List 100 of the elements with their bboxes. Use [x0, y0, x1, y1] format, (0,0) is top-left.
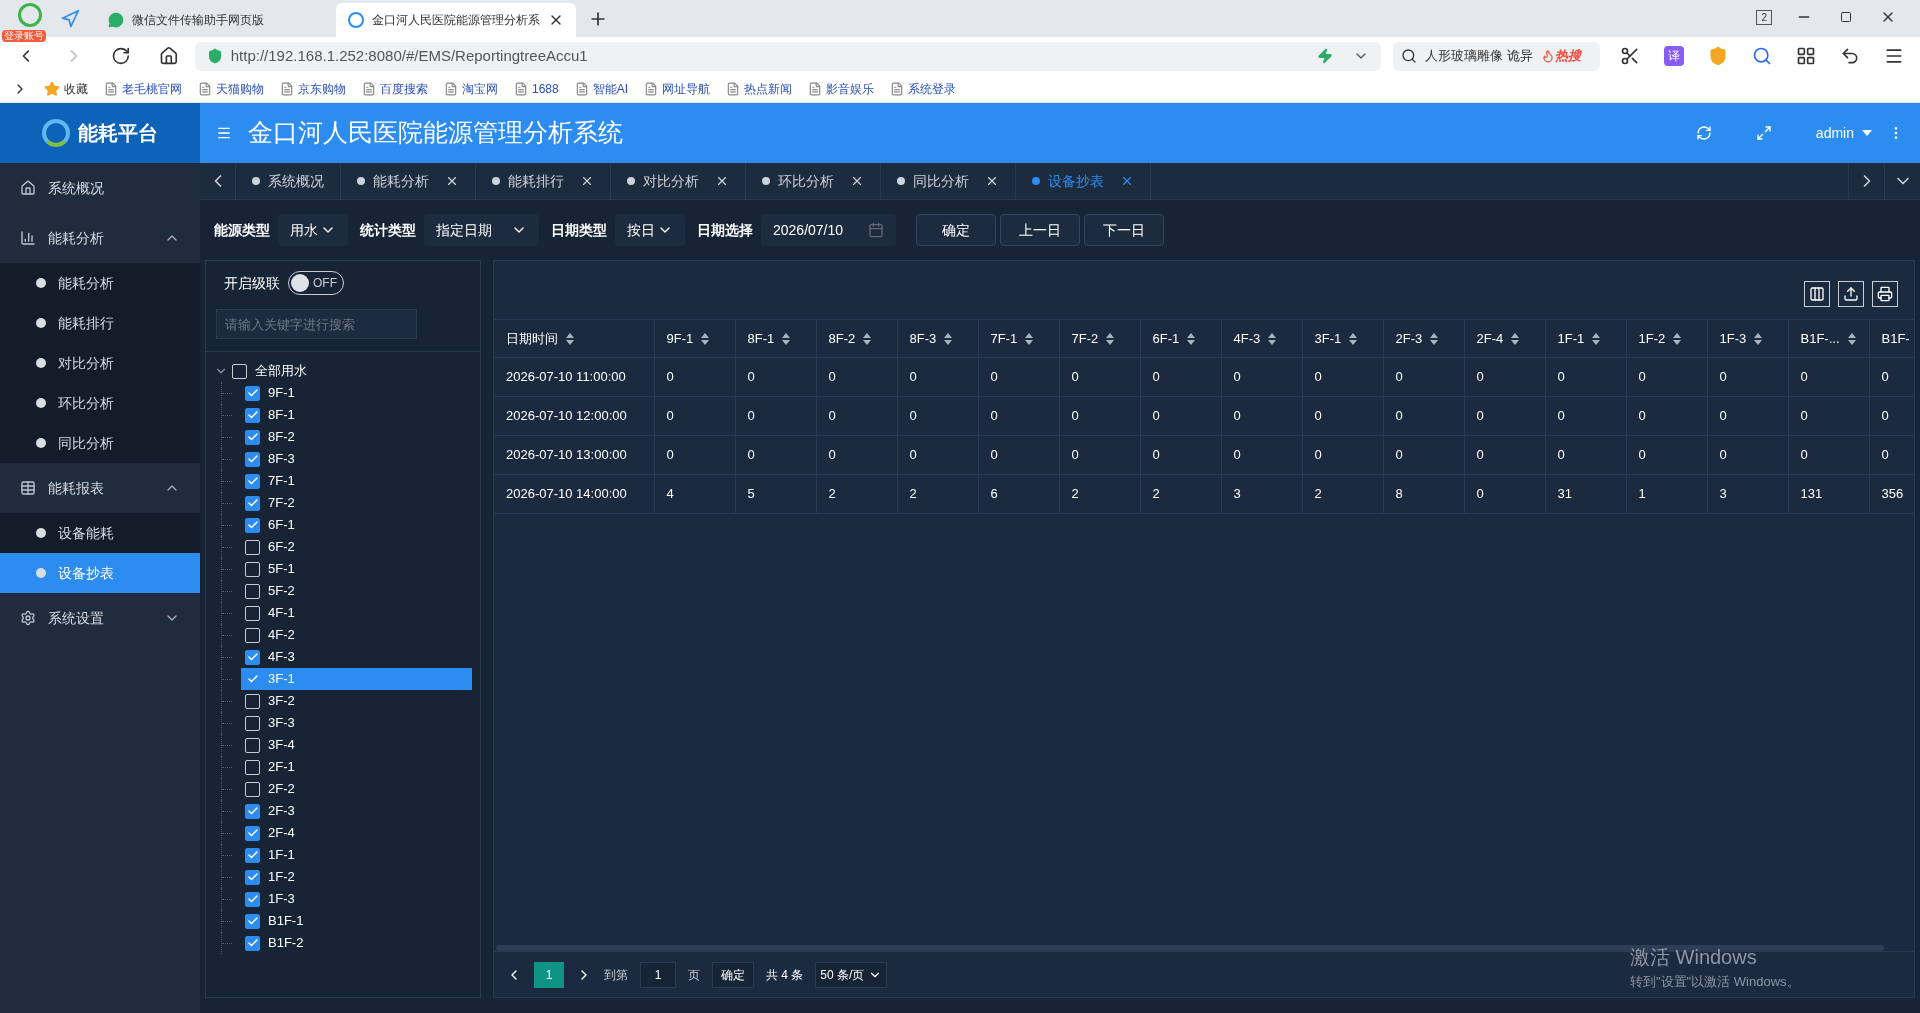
bookmark-link[interactable]: 天猫购物 — [198, 79, 264, 98]
undo-icon[interactable] — [1840, 46, 1860, 66]
export-icon[interactable] — [1838, 281, 1864, 307]
sort-icon[interactable] — [1673, 332, 1682, 345]
checkbox[interactable] — [245, 561, 260, 577]
column-header[interactable]: 1F-2 — [1626, 319, 1707, 358]
bookmark-link[interactable]: 系统登录 — [890, 79, 957, 98]
tree-node[interactable]: 8F-1 — [241, 404, 472, 426]
sort-icon[interactable] — [782, 332, 791, 345]
tree-node[interactable]: 1F-1 — [241, 844, 472, 866]
tree-node[interactable]: 3F-2 — [241, 690, 472, 712]
bookmark-link[interactable]: 智能AI — [574, 79, 629, 98]
sidebar-subitem[interactable]: 能耗分析 — [0, 263, 200, 303]
tree-node[interactable]: 1F-3 — [241, 888, 472, 910]
sort-icon[interactable] — [863, 332, 872, 345]
select-field[interactable]: 按日 — [615, 214, 685, 246]
sidebar-item[interactable]: 能耗分析 — [0, 213, 200, 263]
close-icon[interactable] — [580, 174, 594, 188]
column-header[interactable]: 7F-1 — [978, 319, 1059, 358]
action-button[interactable]: 确定 — [916, 214, 996, 246]
action-button[interactable]: 下一日 — [1084, 214, 1164, 246]
checkbox[interactable] — [245, 693, 260, 709]
page-tab[interactable]: 系统概况 — [236, 163, 341, 199]
column-header[interactable]: 日期时间 — [494, 319, 654, 358]
favorites-button[interactable]: 收藏 — [44, 79, 88, 98]
checkbox[interactable] — [245, 825, 260, 841]
checkbox[interactable] — [245, 605, 260, 621]
column-header[interactable]: 4F-3 — [1221, 319, 1302, 358]
tree-node[interactable]: 8F-3 — [241, 448, 472, 470]
sort-icon[interactable] — [566, 332, 574, 345]
column-header[interactable]: 8F-1 — [735, 319, 816, 358]
sort-icon[interactable] — [1511, 332, 1520, 345]
tree-node[interactable]: 1F-2 — [241, 866, 472, 888]
bookmark-link[interactable]: 淘宝网 — [444, 79, 498, 98]
tree-node[interactable]: 全部用水 — [214, 360, 472, 382]
fullscreen-icon[interactable] — [1755, 125, 1772, 141]
sidebar-subitem[interactable]: 同比分析 — [0, 423, 200, 463]
checkbox[interactable] — [245, 407, 260, 423]
sort-icon[interactable] — [1268, 332, 1277, 345]
bookmark-link[interactable]: 京东购物 — [280, 79, 346, 98]
checkbox[interactable] — [245, 803, 260, 819]
sort-icon[interactable] — [1025, 332, 1034, 345]
checkbox[interactable] — [245, 649, 260, 665]
close-icon[interactable] — [445, 174, 459, 188]
select-field[interactable]: 用水 — [278, 214, 348, 246]
tree-node[interactable]: 9F-1 — [241, 382, 472, 404]
checkbox[interactable] — [245, 385, 260, 401]
tree-node[interactable]: 2F-2 — [241, 778, 472, 800]
translate-icon[interactable]: 译 — [1664, 46, 1684, 66]
column-header[interactable]: B1F- — [1869, 319, 1914, 358]
sidebar-item[interactable]: 系统设置 — [0, 593, 200, 643]
tree-node[interactable]: 2F-4 — [241, 822, 472, 844]
checkbox[interactable] — [245, 517, 260, 533]
checkbox[interactable] — [245, 627, 260, 643]
scissors-icon[interactable] — [1620, 46, 1640, 66]
sort-icon[interactable] — [701, 332, 710, 345]
column-header[interactable]: 7F-2 — [1059, 319, 1140, 358]
tree-node[interactable]: 2F-3 — [241, 800, 472, 822]
page-tab[interactable]: 能耗分析 — [341, 163, 476, 199]
page-tab[interactable]: 设备抄表 — [1016, 163, 1151, 199]
search-bar[interactable]: 人形玻璃雕像 诡异 热搜 — [1393, 41, 1600, 71]
column-header[interactable]: 1F-1 — [1545, 319, 1626, 358]
page-tab[interactable]: 同比分析 — [881, 163, 1016, 199]
column-header[interactable]: 6F-1 — [1140, 319, 1221, 358]
action-button[interactable]: 上一日 — [1000, 214, 1080, 246]
sidebar-item[interactable]: 系统概况 — [0, 163, 200, 213]
sort-icon[interactable] — [1106, 332, 1115, 345]
checkbox[interactable] — [232, 363, 247, 379]
sort-icon[interactable] — [1592, 332, 1601, 345]
tree-node[interactable]: 7F-1 — [241, 470, 472, 492]
sidebar-subitem[interactable]: 对比分析 — [0, 343, 200, 383]
columns-icon[interactable] — [1804, 281, 1830, 307]
column-header[interactable]: 3F-1 — [1302, 319, 1383, 358]
select-field[interactable]: 指定日期 — [424, 214, 539, 246]
checkbox[interactable] — [245, 451, 260, 467]
address-bar[interactable]: http://192.168.1.252:8080/#/EMS/ReportingtreeAccu1 — [194, 41, 1382, 71]
checkbox[interactable] — [245, 869, 260, 885]
tree-node[interactable]: 4F-3 — [241, 646, 472, 668]
date-field[interactable]: 2026/07/10 — [761, 214, 896, 246]
tree-node[interactable]: 6F-1 — [241, 514, 472, 536]
sort-icon[interactable] — [1187, 332, 1196, 345]
search-field[interactable]: 请输入关键字进行搜索 — [216, 309, 417, 339]
sidebar-item[interactable]: 能耗报表 — [0, 463, 200, 513]
reload-icon[interactable] — [111, 46, 132, 66]
page-tab[interactable]: 环比分析 — [746, 163, 881, 199]
sort-icon[interactable] — [1349, 332, 1358, 345]
sidebar-subitem[interactable]: 环比分析 — [0, 383, 200, 423]
column-header[interactable]: B1F-... — [1788, 319, 1869, 358]
page-tab[interactable]: 能耗排行 — [476, 163, 611, 199]
column-header[interactable]: 1F-3 — [1707, 319, 1788, 358]
page-size-select[interactable]: 50 条/页 — [815, 961, 888, 988]
page-input[interactable]: 1 — [640, 961, 676, 988]
checkbox[interactable] — [245, 891, 260, 907]
sidebar-subitem[interactable]: 能耗排行 — [0, 303, 200, 343]
bookmark-link[interactable]: 老毛桃官网 — [104, 79, 182, 98]
checkbox[interactable] — [245, 847, 260, 863]
close-icon[interactable] — [715, 174, 729, 188]
checkbox[interactable] — [245, 495, 260, 511]
browser-tab[interactable]: 微信文件传输助手网页版 — [96, 3, 336, 37]
checkbox[interactable] — [245, 781, 260, 797]
